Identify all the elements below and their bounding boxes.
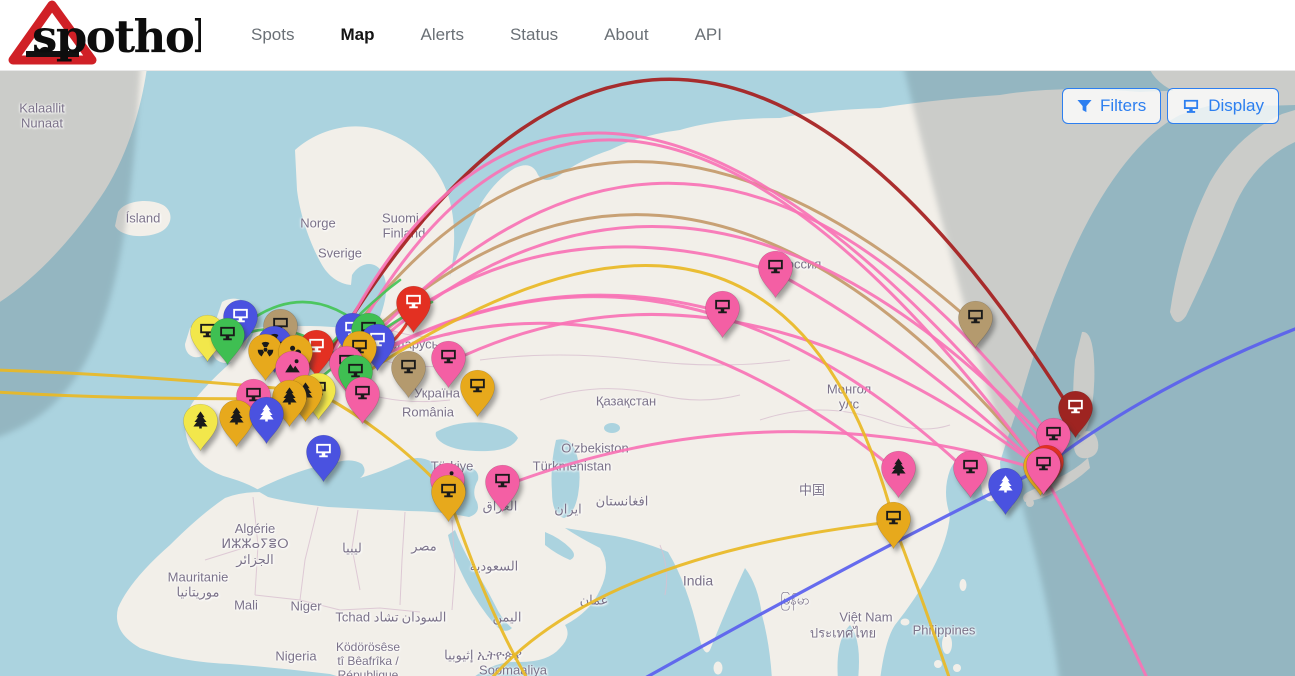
map-marker-monitor[interactable] <box>704 290 741 344</box>
map-marker-monitor[interactable] <box>305 434 342 488</box>
map-marker-monitor[interactable] <box>875 501 912 555</box>
spothole-logo[interactable]: spothole <box>6 0 201 71</box>
nav-item-status[interactable]: Status <box>510 25 558 45</box>
map-marker-monitor[interactable] <box>430 474 467 528</box>
nav-item-api[interactable]: API <box>695 25 722 45</box>
display-icon <box>1182 98 1200 115</box>
map-marker-tree[interactable] <box>987 467 1024 521</box>
map-marker-monitor[interactable] <box>459 369 496 423</box>
display-button-label: Display <box>1208 96 1264 116</box>
nav-item-map[interactable]: Map <box>340 25 374 45</box>
nav-item-spots[interactable]: Spots <box>251 25 294 45</box>
filters-button[interactable]: Filters <box>1062 88 1161 124</box>
map-marker-monitor[interactable] <box>957 300 994 354</box>
funnel-icon <box>1077 99 1092 114</box>
map-marker-tree[interactable] <box>880 450 917 504</box>
map-marker-monitor[interactable] <box>952 450 989 504</box>
top-navbar: spothole Spots Map Alerts Status About API <box>0 0 1295 71</box>
map-marker-monitor[interactable] <box>484 464 521 518</box>
map-marker-monitor[interactable] <box>209 317 246 371</box>
main-nav: Spots Map Alerts Status About API <box>251 25 722 45</box>
display-button[interactable]: Display <box>1167 88 1279 124</box>
map-marker-monitor[interactable] <box>344 376 381 430</box>
brand-wordmark: spothole <box>32 10 201 63</box>
map-marker-monitor[interactable] <box>757 250 794 304</box>
nav-item-about[interactable]: About <box>604 25 648 45</box>
map-markers-layer <box>0 70 1295 676</box>
map-marker-tree[interactable] <box>182 403 219 457</box>
filters-button-label: Filters <box>1100 96 1146 116</box>
map-marker-tree[interactable] <box>248 396 285 450</box>
map-controls: Filters Display <box>1062 88 1279 124</box>
map-marker-monitor[interactable] <box>395 285 432 339</box>
map-canvas[interactable]: Kalaallit NunaatÍslandNorgeSverigeSuomi … <box>0 70 1295 676</box>
map-marker-monitor[interactable] <box>390 350 427 404</box>
nav-item-alerts[interactable]: Alerts <box>420 25 463 45</box>
map-marker-monitor[interactable] <box>1025 447 1062 501</box>
